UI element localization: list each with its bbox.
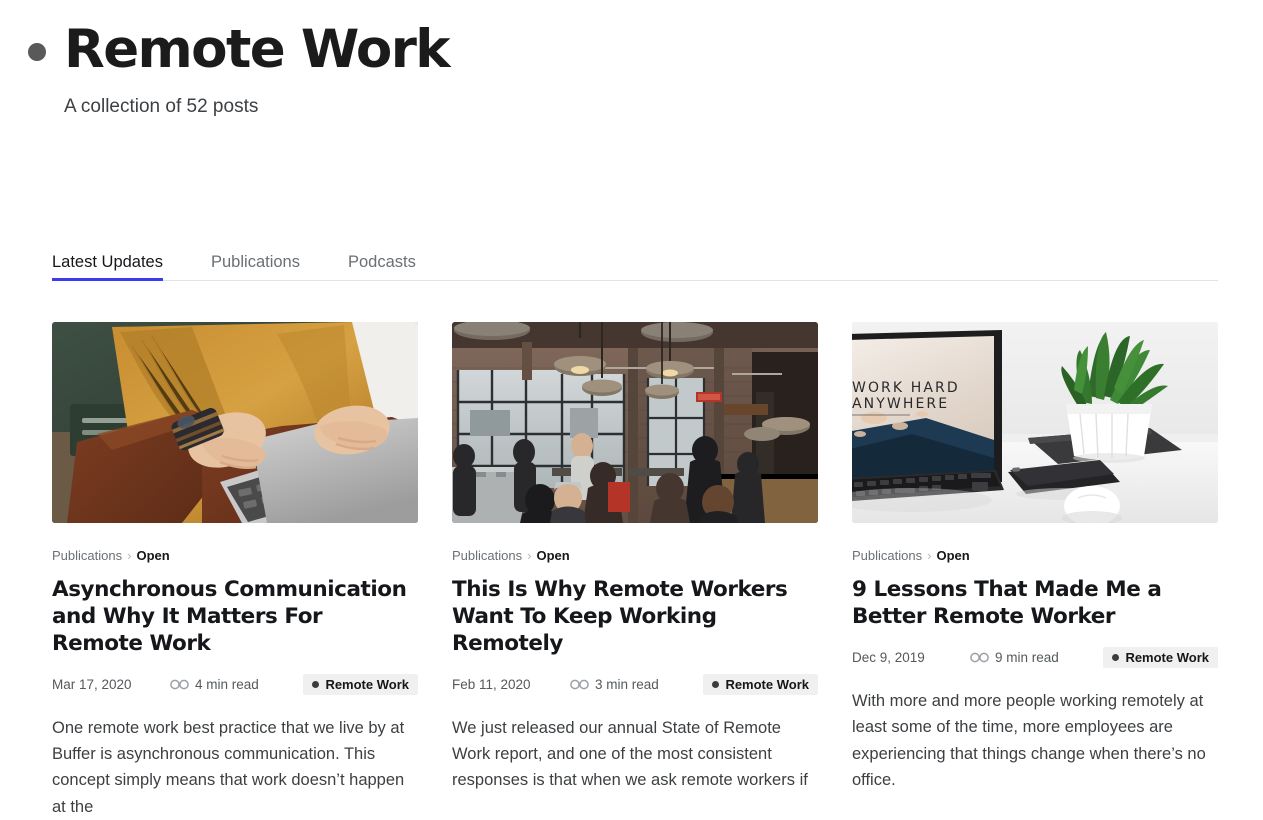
tab-latest-updates[interactable]: Latest Updates — [52, 253, 163, 281]
post-meta: Mar 17, 2020 4 min read Remote Work — [52, 673, 418, 695]
thumbnail-image-3: WORK HARD ANYWHERE — [852, 322, 1218, 523]
status-badge[interactable]: Remote Work — [703, 673, 818, 695]
breadcrumb[interactable]: Publications › Open — [852, 549, 1218, 562]
read-time-label: 4 min read — [195, 676, 259, 692]
laptop-group: WORK HARD ANYWHERE — [852, 330, 1004, 501]
glasses-icon — [170, 679, 189, 689]
page-title: Remote Work — [64, 19, 451, 80]
post-read-time: 9 min read — [970, 650, 1059, 665]
page-subtitle: A collection of 52 posts — [64, 95, 259, 117]
post-meta: Feb 11, 2020 3 min read Remote Work — [452, 673, 818, 695]
breadcrumb-separator-icon: › — [927, 548, 932, 563]
post-excerpt: With more and more people working remote… — [852, 691, 1206, 789]
post-title[interactable]: This Is Why Remote Workers Want To Keep … — [452, 577, 818, 658]
breadcrumb-current[interactable]: Open — [936, 549, 969, 562]
thumbnail-image-1 — [52, 322, 418, 523]
breadcrumb-parent[interactable]: Publications — [52, 549, 122, 562]
page-header: Remote Work A collection of 52 posts — [0, 0, 1263, 120]
post-excerpt: One remote work best practice that we li… — [52, 718, 405, 816]
tag-label: Remote Work — [725, 676, 809, 692]
tag-label: Remote Work — [1125, 649, 1209, 665]
breadcrumb-parent[interactable]: Publications — [852, 549, 922, 562]
post-thumbnail-cafe-interior[interactable] — [452, 322, 818, 523]
post-card[interactable]: WORK HARD ANYWHERE Publications › Open 9… — [852, 322, 1218, 820]
post-read-time: 4 min read — [170, 677, 259, 692]
tab-list: Latest Updates Publications Podcasts — [52, 248, 1218, 281]
post-meta: Dec 9, 2019 9 min read Remote Work — [852, 646, 1218, 668]
post-card[interactable]: Publications › Open Asynchronous Communi… — [52, 322, 418, 820]
post-read-time: 3 min read — [570, 677, 659, 692]
status-badge[interactable]: Remote Work — [1103, 646, 1218, 668]
post-thumbnail-desk-laptop-plant[interactable]: WORK HARD ANYWHERE — [852, 322, 1218, 523]
read-time-label: 3 min read — [595, 676, 659, 692]
read-time-label: 9 min read — [995, 649, 1059, 665]
post-title[interactable]: 9 Lessons That Made Me a Better Remote W… — [852, 577, 1218, 631]
svg-text:WORK HARD: WORK HARD — [852, 380, 960, 396]
breadcrumb-parent[interactable]: Publications — [452, 549, 522, 562]
post-date: Dec 9, 2019 — [852, 649, 925, 665]
post-grid: Publications › Open Asynchronous Communi… — [52, 322, 1218, 820]
tag-dot-icon — [712, 680, 720, 688]
post-title[interactable]: Asynchronous Communication and Why It Ma… — [52, 577, 418, 658]
breadcrumb-current[interactable]: Open — [136, 549, 169, 562]
post-card[interactable]: Publications › Open This Is Why Remote W… — [452, 322, 818, 820]
post-excerpt: We just released our annual State of Rem… — [452, 718, 808, 790]
breadcrumb-separator-icon: › — [127, 548, 132, 563]
tag-label: Remote Work — [325, 676, 409, 692]
breadcrumb-current[interactable]: Open — [536, 549, 569, 562]
svg-text:ANYWHERE: ANYWHERE — [852, 396, 949, 412]
post-date: Mar 17, 2020 — [52, 676, 132, 692]
tab-publications[interactable]: Publications — [211, 253, 300, 281]
breadcrumb-separator-icon: › — [527, 548, 532, 563]
tag-dot-icon — [1112, 653, 1120, 661]
tabs-container: Latest Updates Publications Podcasts — [52, 248, 1218, 281]
breadcrumb[interactable]: Publications › Open — [452, 549, 818, 562]
breadcrumb[interactable]: Publications › Open — [52, 549, 418, 562]
tag-dot-icon — [312, 680, 320, 688]
status-badge[interactable]: Remote Work — [303, 673, 418, 695]
post-thumbnail-laptop-typing[interactable] — [52, 322, 418, 523]
thumbnail-image-2 — [452, 322, 818, 523]
glasses-icon — [970, 652, 989, 663]
title-row: Remote Work — [0, 22, 1263, 78]
tab-podcasts[interactable]: Podcasts — [348, 253, 416, 281]
bullet-dot-icon — [28, 42, 46, 61]
post-date: Feb 11, 2020 — [452, 676, 531, 692]
glasses-icon — [570, 679, 589, 689]
